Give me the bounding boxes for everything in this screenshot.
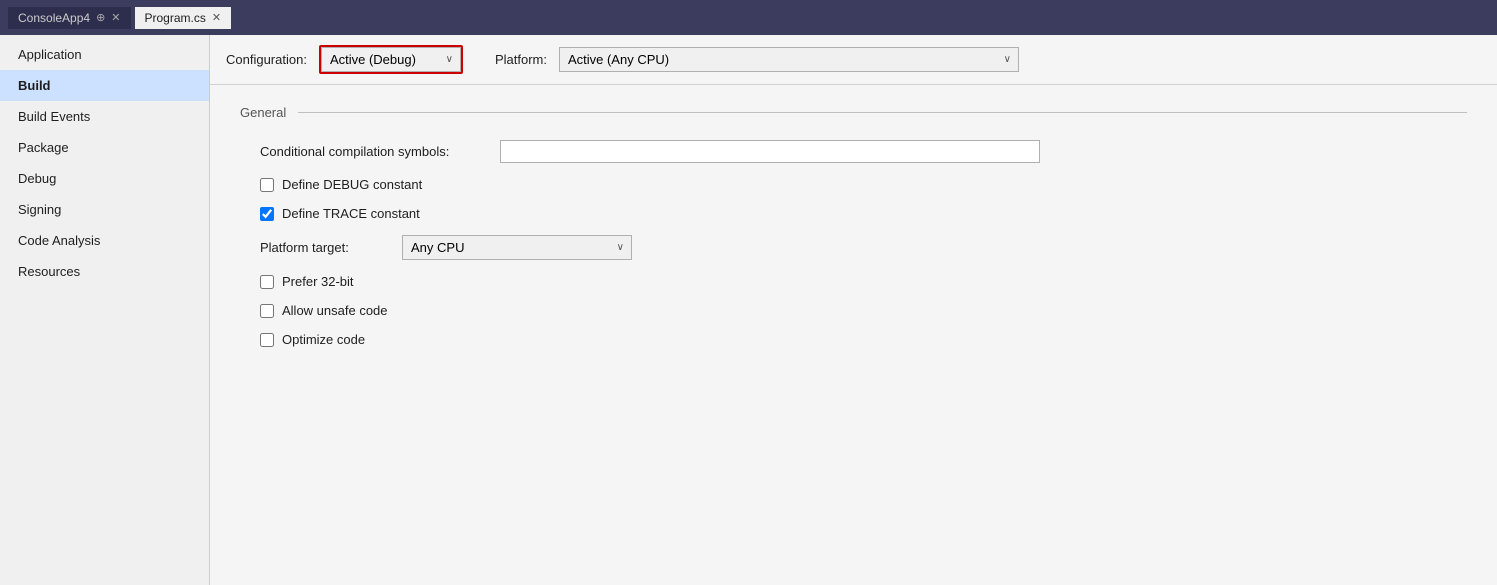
configuration-label: Configuration: (226, 52, 307, 67)
sidebar: Application Build Build Events Package D… (0, 35, 210, 585)
build-section: General Conditional compilation symbols:… (210, 85, 1497, 381)
file-close-icon[interactable]: ✕ (212, 11, 221, 24)
define-debug-row: Define DEBUG constant (240, 177, 1467, 192)
sidebar-item-code-analysis[interactable]: Code Analysis (0, 225, 209, 256)
conditional-symbols-row: Conditional compilation symbols: (240, 140, 1467, 163)
file-tab[interactable]: Program.cs ✕ (135, 7, 232, 29)
allow-unsafe-label: Allow unsafe code (282, 303, 388, 318)
sidebar-item-package[interactable]: Package (0, 132, 209, 163)
configuration-select-container: Active (Debug) Debug Release All Configu… (321, 47, 461, 72)
file-tab-label: Program.cs (145, 11, 206, 25)
define-debug-label: Define DEBUG constant (282, 177, 422, 192)
configuration-select-wrapper: Active (Debug) Debug Release All Configu… (319, 45, 463, 74)
title-bar: ConsoleApp4 ⊕ ✕ Program.cs ✕ (0, 0, 1497, 35)
sidebar-item-build-events[interactable]: Build Events (0, 101, 209, 132)
platform-target-container: Any CPU x86 x64 ARM ARM64 ∨ (402, 235, 632, 260)
optimize-code-label: Optimize code (282, 332, 365, 347)
define-debug-checkbox[interactable] (260, 178, 274, 192)
platform-select[interactable]: Active (Any CPU) Any CPU x86 x64 (559, 47, 1019, 72)
configuration-select[interactable]: Active (Debug) Debug Release All Configu… (321, 47, 461, 72)
general-divider (298, 112, 1467, 113)
allow-unsafe-checkbox[interactable] (260, 304, 274, 318)
sidebar-item-build[interactable]: Build (0, 70, 209, 101)
sidebar-item-application[interactable]: Application (0, 39, 209, 70)
project-tab-label: ConsoleApp4 (18, 11, 90, 25)
prefer-32bit-checkbox[interactable] (260, 275, 274, 289)
platform-target-select[interactable]: Any CPU x86 x64 ARM ARM64 (402, 235, 632, 260)
prefer-32bit-label: Prefer 32-bit (282, 274, 354, 289)
platform-target-row: Platform target: Any CPU x86 x64 ARM ARM… (240, 235, 1467, 260)
general-title: General (240, 105, 286, 120)
project-tab[interactable]: ConsoleApp4 ⊕ ✕ (8, 7, 131, 29)
define-trace-checkbox[interactable] (260, 207, 274, 221)
general-header: General (240, 105, 1467, 120)
prefer-32bit-row: Prefer 32-bit (240, 274, 1467, 289)
platform-target-label: Platform target: (260, 240, 390, 255)
define-trace-row: Define TRACE constant (240, 206, 1467, 221)
conditional-symbols-input[interactable] (500, 140, 1040, 163)
platform-label: Platform: (495, 52, 547, 67)
define-trace-label: Define TRACE constant (282, 206, 420, 221)
allow-unsafe-row: Allow unsafe code (240, 303, 1467, 318)
optimize-code-row: Optimize code (240, 332, 1467, 347)
sidebar-item-signing[interactable]: Signing (0, 194, 209, 225)
platform-select-container: Active (Any CPU) Any CPU x86 x64 ∨ (559, 47, 1019, 72)
conditional-symbols-label: Conditional compilation symbols: (260, 144, 500, 159)
optimize-code-checkbox[interactable] (260, 333, 274, 347)
config-bar: Configuration: Active (Debug) Debug Rele… (210, 35, 1497, 85)
pin-icon[interactable]: ⊕ (96, 11, 105, 24)
close-icon[interactable]: ✕ (111, 11, 120, 24)
main-layout: Application Build Build Events Package D… (0, 35, 1497, 585)
sidebar-item-resources[interactable]: Resources (0, 256, 209, 287)
content-area: Configuration: Active (Debug) Debug Rele… (210, 35, 1497, 585)
sidebar-item-debug[interactable]: Debug (0, 163, 209, 194)
